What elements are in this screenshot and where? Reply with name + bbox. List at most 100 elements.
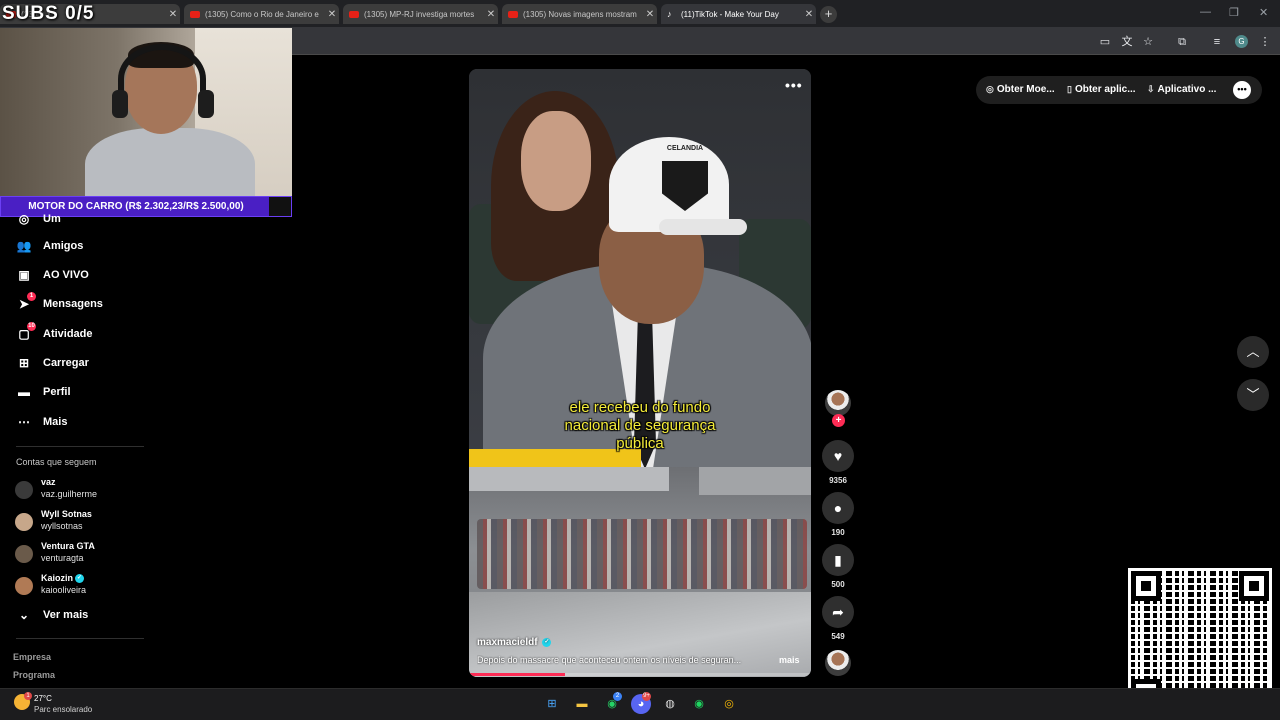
previous-video-button[interactable]: ︿ <box>1237 336 1269 368</box>
close-icon[interactable]: ✕ <box>325 9 339 20</box>
get-coins-button[interactable]: ◎ Obter Moe... <box>986 84 1055 95</box>
sidebar-item-label: Amigos <box>43 240 84 252</box>
comment-button[interactable]: ● <box>822 492 854 524</box>
headset-ear-left <box>112 90 128 118</box>
browser-tab-active[interactable]: ♪ (11)TikTok - Make Your Day ✕ <box>661 4 816 24</box>
extensions-icon[interactable]: ⧉ <box>1175 35 1189 49</box>
account-name: vaz <box>41 477 56 487</box>
avatar <box>15 513 33 531</box>
sidebar-item-messages[interactable]: ➤ 1 Mensagens <box>16 292 103 314</box>
account-username: kaiooliveira <box>41 585 87 595</box>
chrome-icon[interactable]: ◎ <box>719 694 739 714</box>
desktop-app-button[interactable]: ⇩ Aplicativo ... <box>1147 84 1216 95</box>
caption-line: ele recebeu do fundo <box>569 399 711 416</box>
sidebar-divider <box>16 638 144 639</box>
tiktok-icon: ♪ <box>667 8 672 19</box>
music-disc-avatar[interactable] <box>825 650 851 676</box>
follow-plus-icon[interactable]: + <box>832 414 845 427</box>
menu-icon[interactable]: ⋮ <box>1258 35 1272 49</box>
whatsapp-badge: 2 <box>613 692 622 701</box>
coin-icon: ◎ <box>986 84 994 94</box>
sidebar-item-friends[interactable]: 👥 Amigos <box>16 236 84 256</box>
browser-tab[interactable]: (1305) MP-RJ investiga mortes ✕ <box>343 4 498 24</box>
sidebar-item-live[interactable]: ▣ AO VIVO <box>16 265 89 285</box>
translate-icon[interactable]: 文 <box>1120 35 1134 49</box>
pill-label: Obter Moe... <box>996 84 1055 95</box>
more-icon: ⋯ <box>18 415 30 429</box>
chevron-up-icon: ︿ <box>1246 344 1260 359</box>
weather-temperature: 27°C <box>34 694 52 703</box>
like-button[interactable]: ♥ <box>822 440 854 472</box>
download-icon: ⇩ <box>1147 84 1155 94</box>
sidebar-item-label: Um <box>43 213 61 225</box>
messages-badge: 1 <box>27 292 36 301</box>
next-video-button[interactable]: ﹀ <box>1237 379 1269 411</box>
close-icon[interactable]: ✕ <box>484 9 498 20</box>
comment-count: 190 <box>831 528 845 537</box>
cast-icon[interactable]: ▭ <box>1098 35 1112 49</box>
minimize-icon[interactable]: — <box>1200 6 1211 18</box>
footer-link-company[interactable]: Empresa <box>13 652 51 662</box>
video-progress-bar[interactable] <box>469 673 811 676</box>
creator-avatar[interactable] <box>825 390 851 416</box>
more-options-icon[interactable]: ••• <box>1233 81 1251 99</box>
qr-finder <box>1239 571 1269 601</box>
sidebar-item-partial[interactable]: ◎ Um <box>16 212 61 226</box>
account-name: Ventura GTA <box>41 541 95 551</box>
heart-icon: ♥ <box>833 448 843 464</box>
get-app-button[interactable]: ▯ Obter aplic... <box>1067 84 1136 95</box>
caption-line: pública <box>616 435 664 452</box>
save-button[interactable]: ▮ <box>822 544 854 576</box>
browser-tab[interactable]: (1305) Novas imagens mostram ✕ <box>502 4 657 24</box>
new-tab-button[interactable]: + <box>820 6 837 23</box>
tab-title: (1305) Como o Rio de Janeiro e <box>205 9 319 19</box>
see-more-label: Ver mais <box>43 609 89 621</box>
profile-avatar[interactable]: G <box>1235 35 1248 48</box>
browser-tab[interactable]: (1305) Como o Rio de Janeiro e ✕ <box>184 4 339 24</box>
video-cap-brim <box>659 219 747 235</box>
bookmark-icon: ▮ <box>834 551 842 568</box>
video-person-face <box>521 111 591 211</box>
author-name: maxmacieldf <box>477 637 538 648</box>
description-more-link[interactable]: mais <box>779 655 800 665</box>
see-more-button[interactable]: ⌄ Ver mais <box>16 605 88 625</box>
chevron-down-icon: ⌄ <box>18 608 30 622</box>
weather-badge: 1 <box>24 692 32 700</box>
sidebar-item-upload[interactable]: ⊞ Carregar <box>16 353 89 373</box>
obs-icon[interactable]: ◍ <box>660 694 680 714</box>
star-icon[interactable]: ☆ <box>1141 35 1155 49</box>
sidebar-item-more[interactable]: ⋯ Mais <box>16 412 67 432</box>
sidebar-item-activity[interactable]: ▢ 10 Atividade <box>16 322 93 344</box>
video-roof <box>699 467 811 495</box>
weather-description: Parc ensolarado <box>34 705 93 714</box>
sidebar-item-profile[interactable]: ▬ Perfil <box>16 382 71 402</box>
video-author[interactable]: maxmacieldf ✓ <box>477 637 552 648</box>
media-icon[interactable]: ≡ <box>1210 35 1224 49</box>
spotify-icon[interactable]: ◉ <box>689 694 709 714</box>
close-icon[interactable]: ✕ <box>802 9 816 20</box>
video-description: Depois do massacre que aconteceu ontem o… <box>477 655 742 665</box>
account-name: Kaiozin ✓ <box>41 573 85 584</box>
subs-counter: SUBS 0/5 <box>2 3 95 25</box>
subs-count: 0/5 <box>65 3 95 24</box>
upload-icon: ⊞ <box>18 356 30 370</box>
close-icon[interactable]: ✕ <box>166 9 180 20</box>
tab-title: (1305) Novas imagens mostram <box>523 9 637 19</box>
streamer-shirt <box>85 128 255 196</box>
goal-end-cap <box>269 197 291 216</box>
pill-label: Obter aplic... <box>1074 84 1136 95</box>
footer-link-program[interactable]: Programa <box>13 670 55 680</box>
close-icon[interactable]: ✕ <box>643 9 657 20</box>
activity-icon: ▢ 10 <box>18 322 36 341</box>
video-options-icon[interactable]: ••• <box>785 77 803 93</box>
window-close-icon[interactable]: ✕ <box>1259 6 1268 19</box>
sidebar-item-label: Perfil <box>43 386 71 398</box>
caption-line: nacional de segurança <box>564 417 716 434</box>
video-player[interactable]: CELANDIA ele recebeu do fundo nacional d… <box>469 69 811 677</box>
file-explorer-icon[interactable]: ▬ <box>572 694 592 714</box>
windows-start-icon[interactable]: ⊞ <box>542 694 562 714</box>
share-button[interactable]: ➦ <box>822 596 854 628</box>
friends-icon: 👥 <box>16 239 32 253</box>
sidebar-item-label: Atividade <box>43 328 93 340</box>
maximize-icon[interactable]: ❐ <box>1229 6 1239 19</box>
